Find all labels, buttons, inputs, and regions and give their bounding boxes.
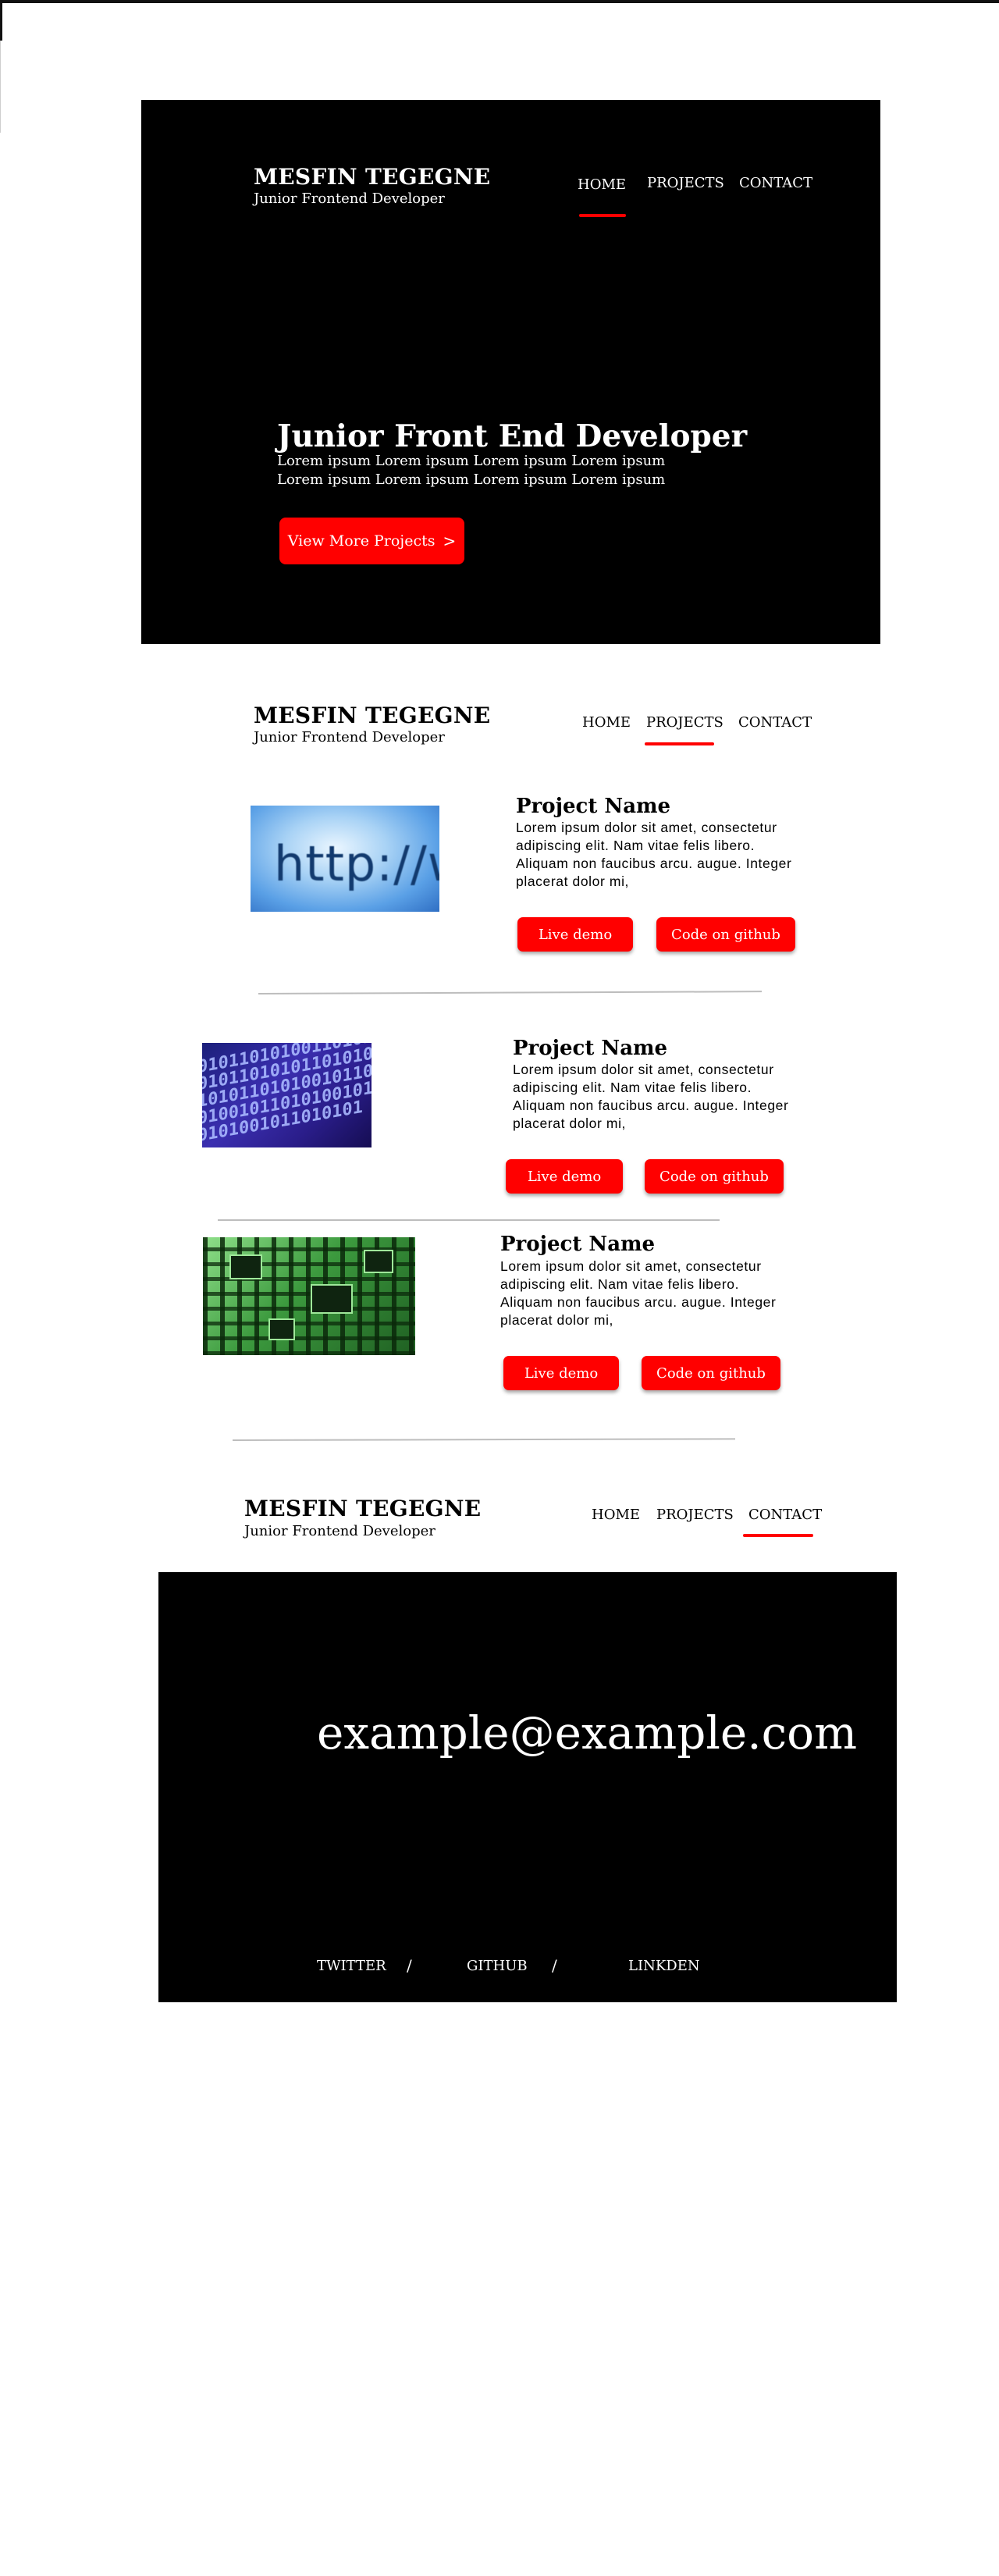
github-link[interactable]: GITHUB [467, 1958, 528, 1974]
project-2-live-demo-button[interactable]: Live demo [506, 1159, 623, 1194]
brand-name: MESFIN TEGEGNE [254, 703, 491, 728]
window-left-border [0, 0, 2, 41]
project-3-title: Project Name [500, 1233, 656, 1256]
nav-contact[interactable]: CONTACT [738, 714, 812, 731]
nav-projects[interactable]: PROJECTS [646, 714, 723, 731]
project-divider [218, 1219, 720, 1221]
email-link[interactable]: example@example.com [317, 1706, 857, 1759]
window-top-border [0, 0, 999, 3]
project-1-github-button[interactable]: Code on github [656, 917, 795, 952]
project-1-description: Lorem ipsum dolor sit amet, consectetur … [516, 820, 792, 889]
project-2-image: 0101101010011010100101101010110101001010… [202, 1043, 372, 1147]
nav-active-indicator [743, 1534, 813, 1537]
binary-code-text: 0101101010011010100101101010110101001010… [202, 1043, 372, 1147]
http-url-text: http://www [274, 835, 439, 892]
project-2-description: Lorem ipsum dolor sit amet, consectetur … [513, 1062, 789, 1131]
nav-home[interactable]: HOME [592, 1507, 640, 1523]
chevron-right-icon: > [443, 532, 457, 550]
brand-subtitle: Junior Frontend Developer [254, 729, 445, 745]
hero-text-line-2: Lorem ipsum Lorem ipsum Lorem ipsum Lore… [277, 471, 666, 488]
view-more-projects-label: View More Projects [287, 532, 436, 550]
project-1-title: Project Name [516, 795, 671, 818]
contact-section: example@example.com TWITTER / GITHUB / L… [158, 1572, 897, 2002]
project-divider [232, 1438, 736, 1441]
project-2-github-button[interactable]: Code on github [645, 1159, 784, 1194]
circuit-chip [364, 1250, 393, 1273]
project-1-image: http://www [251, 806, 439, 912]
brand-name: MESFIN TEGEGNE [244, 1496, 482, 1521]
circuit-chip [311, 1284, 353, 1314]
twitter-link[interactable]: TWITTER [317, 1958, 386, 1974]
project-3-live-demo-button[interactable]: Live demo [503, 1356, 619, 1390]
nav-contact[interactable]: CONTACT [739, 175, 812, 191]
circuit-chip [268, 1318, 295, 1340]
project-3-image [203, 1237, 415, 1355]
project-2-title: Project Name [513, 1037, 668, 1060]
project-divider [258, 991, 762, 994]
nav-contact[interactable]: CONTACT [748, 1507, 822, 1523]
brand-subtitle: Junior Frontend Developer [244, 1523, 436, 1539]
nav-active-indicator [579, 214, 626, 217]
link-separator: / [407, 1956, 412, 1975]
brand-subtitle: Junior Frontend Developer [254, 190, 445, 207]
hero-title: Junior Front End Developer [277, 418, 748, 454]
link-separator: / [552, 1956, 557, 1975]
project-1-live-demo-button[interactable]: Live demo [517, 917, 633, 952]
linkedin-link[interactable]: LINKDEN [628, 1958, 700, 1974]
window-left-border-light [0, 41, 1, 133]
nav-active-indicator [645, 742, 714, 745]
hero-text-line-1: Lorem ipsum Lorem ipsum Lorem ipsum Lore… [277, 453, 666, 469]
nav-projects[interactable]: PROJECTS [647, 175, 724, 191]
project-3-github-button[interactable]: Code on github [642, 1356, 780, 1390]
hero-section: MESFIN TEGEGNE Junior Frontend Developer… [141, 100, 880, 644]
project-3-description: Lorem ipsum dolor sit amet, consectetur … [500, 1258, 777, 1328]
brand-name: MESFIN TEGEGNE [254, 164, 491, 190]
nav-home[interactable]: HOME [582, 714, 631, 731]
circuit-chip [229, 1254, 262, 1279]
view-more-projects-button[interactable]: View More Projects > [279, 518, 464, 564]
nav-projects[interactable]: PROJECTS [656, 1507, 734, 1523]
nav-home[interactable]: HOME [578, 176, 626, 193]
